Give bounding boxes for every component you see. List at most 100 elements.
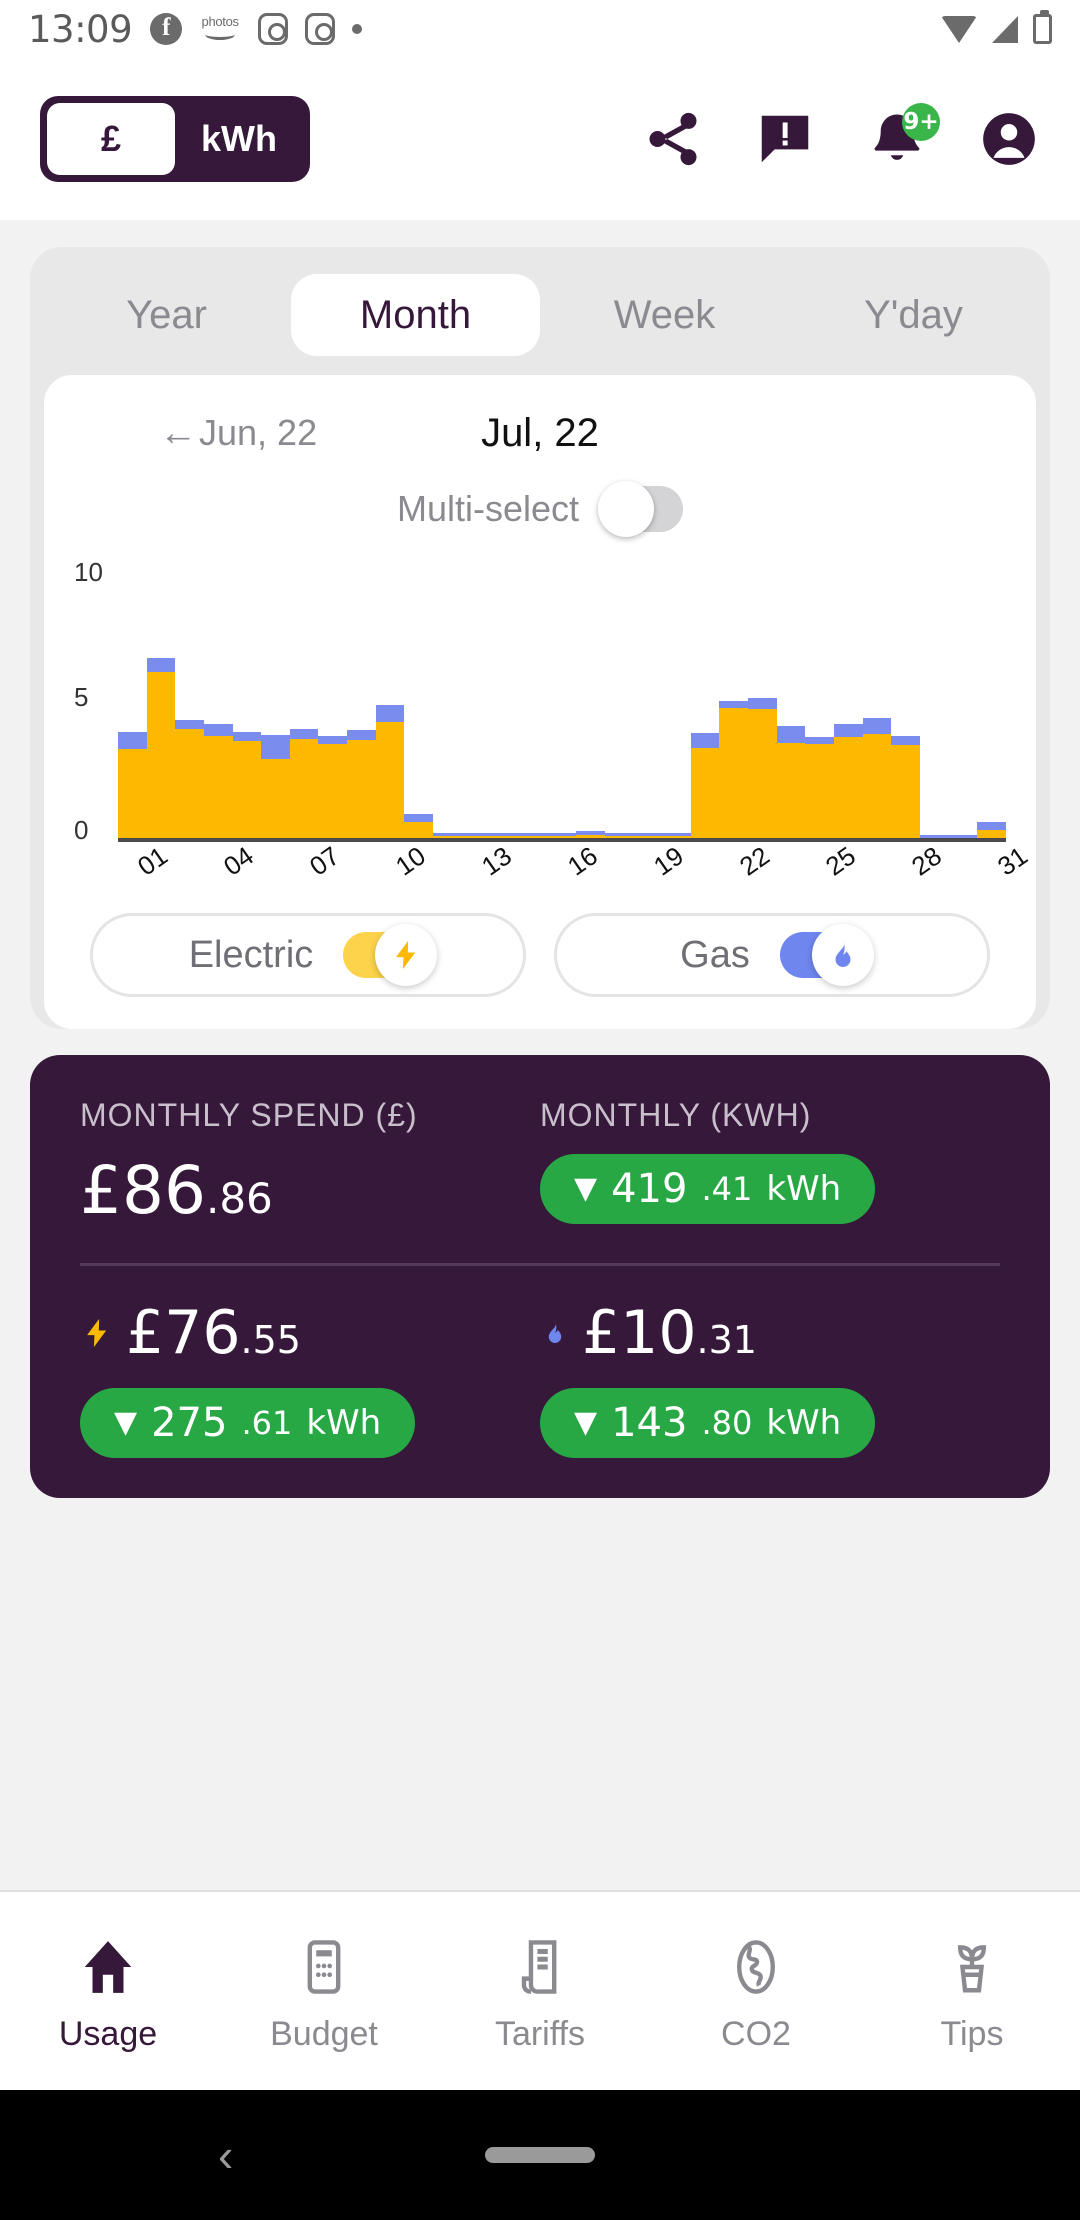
- bar-segment-electric: [748, 709, 777, 839]
- electric-kwh-whole: 275: [151, 1400, 228, 1446]
- x-axis-tick: 31: [991, 840, 1033, 882]
- tab-yesterday[interactable]: Y'day: [789, 274, 1038, 356]
- nav-item-usage[interactable]: Usage: [0, 1929, 216, 2054]
- monthly-kwh-unit: kWh: [766, 1169, 842, 1209]
- chart-bar[interactable]: [318, 571, 348, 839]
- chart-bar[interactable]: [748, 571, 777, 839]
- bar-segment-electric: [318, 743, 348, 839]
- chart-bar[interactable]: [232, 571, 262, 839]
- monthly-spend-block: MONTHLY SPEND (£) £86.86: [80, 1097, 540, 1229]
- tab-year[interactable]: Year: [42, 274, 291, 356]
- monthly-spend-whole: £86: [80, 1152, 206, 1229]
- chart-bar[interactable]: [891, 571, 920, 839]
- chart-bar[interactable]: [662, 571, 691, 839]
- status-bar-clock: 13:09: [28, 7, 133, 51]
- chart-bar[interactable]: [805, 571, 835, 839]
- chart-bar[interactable]: [576, 571, 605, 839]
- system-navigation-bar: ‹: [0, 2090, 1080, 2220]
- nav-item-co2[interactable]: CO2: [648, 1929, 864, 2054]
- chart-bar[interactable]: [719, 571, 749, 839]
- chart-bar[interactable]: [834, 571, 863, 839]
- bar-segment-gas: [919, 835, 949, 838]
- bar-segment-gas: [232, 731, 262, 742]
- chart-bar[interactable]: [977, 571, 1006, 839]
- chart-bar[interactable]: [375, 571, 405, 839]
- gas-switch[interactable]: [779, 924, 874, 986]
- nav-item-tariffs[interactable]: Tariffs: [432, 1929, 648, 2054]
- flame-icon: [835, 940, 851, 967]
- main-content: Year Month Week Y'day ← Jun, 22 Jul, 22 …: [0, 220, 1080, 1890]
- x-axis-tick: 13: [476, 840, 517, 882]
- down-arrow-icon: ▼: [574, 1405, 598, 1440]
- notification-bell-icon[interactable]: 9+: [866, 103, 940, 170]
- bar-segment-electric: [232, 741, 262, 839]
- bar-segment-gas: [834, 723, 863, 738]
- bar-segment-electric: [834, 737, 863, 839]
- chart-plot-area[interactable]: [118, 571, 1006, 842]
- chart-bar[interactable]: [347, 571, 376, 839]
- current-month-label: Jul, 22: [481, 410, 599, 455]
- chart-bar[interactable]: [776, 571, 806, 839]
- signal-icon: [992, 15, 1018, 43]
- x-axis-tick: 16: [562, 840, 603, 882]
- chart-bar[interactable]: [289, 571, 319, 839]
- multi-select-row: Multi-select: [66, 469, 1014, 549]
- bar-segment-electric: [404, 821, 434, 839]
- bar-segment-electric: [518, 836, 548, 839]
- nav-item-tips[interactable]: Tips: [864, 1929, 1080, 2054]
- bar-segment-gas: [146, 658, 176, 672]
- plant-icon: [864, 1929, 1080, 2005]
- chart-bar[interactable]: [461, 571, 491, 839]
- multi-select-label: Multi-select: [396, 488, 580, 529]
- nav-label-tips: Tips: [940, 2014, 1004, 2053]
- chart-bar[interactable]: [433, 571, 462, 839]
- unit-toggle-currency[interactable]: £: [47, 103, 175, 175]
- chart-bar[interactable]: [948, 571, 978, 839]
- bar-segment-gas: [948, 835, 978, 838]
- unit-toggle[interactable]: £ kWh: [40, 96, 310, 182]
- y-axis-tick-5: 5: [74, 682, 89, 712]
- multi-select-toggle[interactable]: [598, 481, 684, 537]
- chart-bar[interactable]: [862, 571, 892, 839]
- bar-segment-gas: [118, 731, 147, 750]
- alert-message-icon[interactable]: [754, 108, 816, 170]
- chart-bar[interactable]: [203, 571, 233, 839]
- chart-bar[interactable]: [404, 571, 434, 839]
- period-tabs: Year Month Week Y'day: [30, 269, 1050, 361]
- bar-segment-electric: [347, 739, 376, 839]
- bar-segment-gas: [776, 726, 806, 743]
- system-back-button[interactable]: ‹: [218, 2128, 233, 2182]
- share-icon[interactable]: [642, 108, 704, 170]
- electric-switch[interactable]: [343, 924, 438, 986]
- bar-segment-gas: [862, 718, 892, 735]
- chart-bar[interactable]: [490, 571, 519, 839]
- bar-segment-gas: [261, 734, 290, 759]
- gas-toggle[interactable]: Gas: [554, 913, 990, 997]
- bar-segment-electric: [604, 836, 634, 839]
- x-axis-tick: 07: [304, 840, 346, 882]
- chart-bar[interactable]: [633, 571, 663, 839]
- monthly-kwh-badge: ▼ 419 .41 kWh: [540, 1154, 876, 1224]
- bar-segment-electric: [461, 836, 491, 839]
- gas-label: Gas: [680, 933, 750, 976]
- electric-toggle[interactable]: Electric: [90, 913, 526, 997]
- monthly-spend-decimal: .86: [205, 1174, 273, 1223]
- account-avatar-icon[interactable]: [978, 108, 1040, 170]
- chart-bar[interactable]: [146, 571, 176, 839]
- chart-card: ← Jun, 22 Jul, 22 Multi-select 10 5 0 01…: [44, 375, 1036, 1029]
- status-bar-notification-icons: photos: [150, 13, 363, 45]
- chart-bar[interactable]: [604, 571, 634, 839]
- chart-bar[interactable]: [118, 571, 147, 839]
- unit-toggle-energy[interactable]: kWh: [175, 103, 303, 175]
- chart-bar[interactable]: [919, 571, 949, 839]
- chart-bar[interactable]: [261, 571, 290, 839]
- photos-icon: photos: [199, 14, 241, 44]
- chart-bar[interactable]: [175, 571, 204, 839]
- chart-bar[interactable]: [690, 571, 720, 839]
- chart-bar[interactable]: [547, 571, 577, 839]
- tab-month[interactable]: Month: [291, 274, 540, 356]
- chart-bar[interactable]: [518, 571, 548, 839]
- nav-item-budget[interactable]: Budget: [216, 1929, 432, 2054]
- tab-week[interactable]: Week: [540, 274, 789, 356]
- system-home-pill[interactable]: [485, 2147, 595, 2163]
